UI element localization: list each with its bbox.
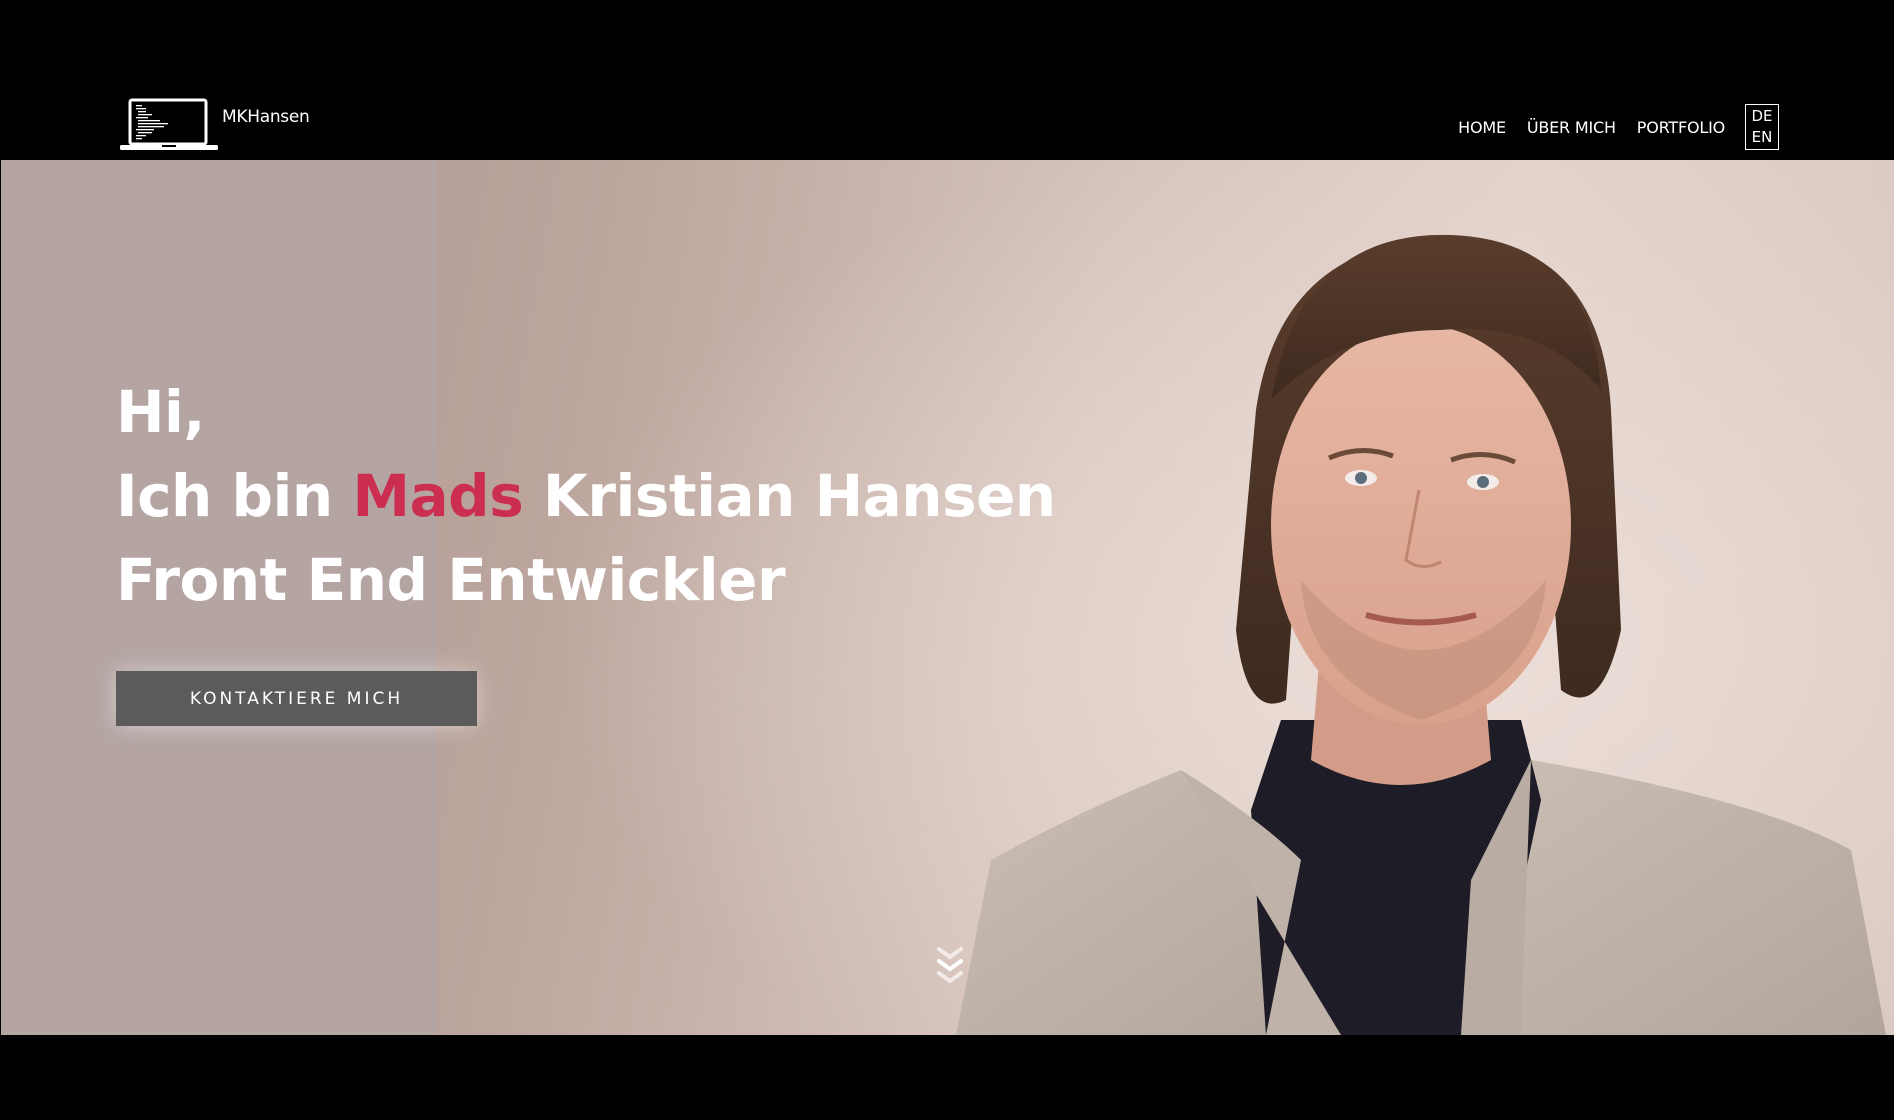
nav-item-home[interactable]: HOME [1458,118,1506,137]
logo-text: MKHansen [222,107,310,127]
hero-heading: Hi, Ich bin Mads Kristian Hansen Front E… [116,370,1056,622]
brand-logo[interactable]: MKHansen [120,98,310,152]
hero-role: Front End Entwickler [116,546,786,614]
main-nav: HOME ÜBER MICH PORTFOLIO DE EN [1437,104,1779,150]
laptop-code-icon [120,98,218,150]
hero-greeting: Hi, [116,378,205,446]
nav-item-portfolio[interactable]: PORTFOLIO [1637,118,1725,137]
double-chevron-down-icon[interactable] [936,945,964,991]
hero-intro-prefix: Ich bin [116,462,353,530]
hero-section: Hi, Ich bin Mads Kristian Hansen Front E… [1,160,1894,1035]
bottom-band [0,1035,1894,1120]
nav-item-ueber-mich[interactable]: ÜBER MICH [1527,118,1616,137]
hero-intro: Ich bin Mads Kristian Hansen [116,454,1056,538]
hero-intro-suffix: Kristian Hansen [523,462,1056,530]
lang-option-en[interactable]: EN [1752,127,1773,148]
contact-me-button[interactable]: KONTAKTIERE MICH [116,671,477,726]
lang-option-de[interactable]: DE [1751,106,1772,127]
language-switcher: DE EN [1745,104,1779,150]
hero-name-highlight: Mads [352,462,524,530]
site-header: MKHansen HOME ÜBER MICH PORTFOLIO DE EN [0,0,1894,160]
